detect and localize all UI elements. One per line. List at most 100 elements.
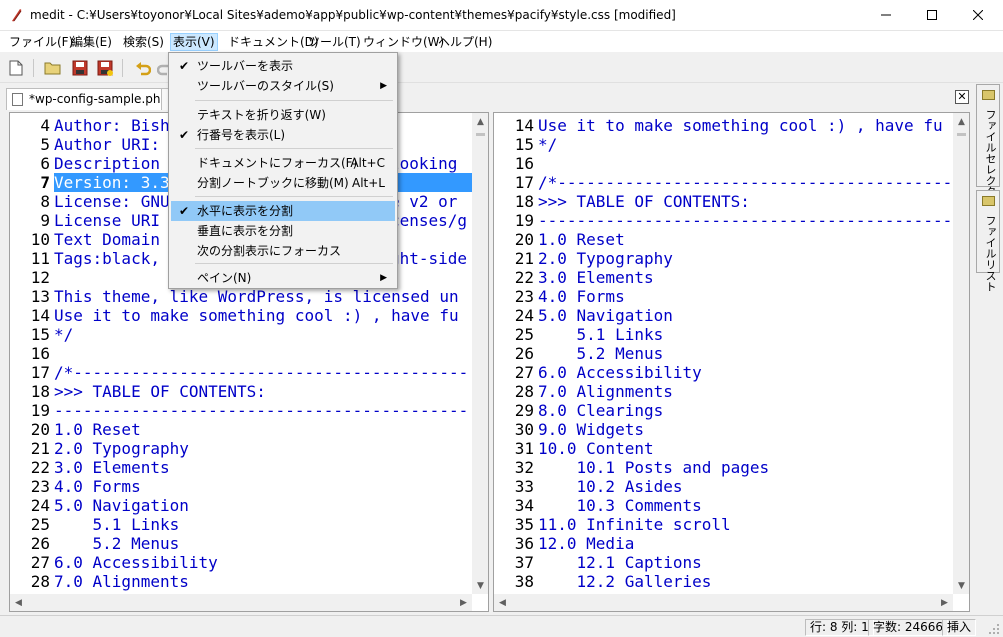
scroll-down-arrow[interactable]: ▼	[953, 577, 969, 594]
code-line[interactable]: 14 Use it to make something cool :) , hav…	[10, 306, 459, 325]
menu-view[interactable]: 表示(V)	[170, 33, 218, 51]
code-line[interactable]: 37 12.1 Captions	[494, 553, 702, 572]
code-line[interactable]: 22 3.0 Elements	[494, 268, 654, 287]
vertical-scrollbar-right[interactable]: ▲ ▼	[953, 113, 969, 594]
view-menu-item[interactable]: ペイン(N) ▶	[171, 268, 395, 288]
view-menu-item[interactable]: 垂直に表示を分割	[171, 221, 395, 241]
scroll-up-arrow[interactable]: ▲	[472, 113, 488, 130]
menu-tools[interactable]: ツール(T)	[306, 33, 363, 51]
code-line[interactable]: 17/*------------------------------------…	[494, 173, 952, 192]
view-menu-item[interactable]: ✔ 水平に表示を分割	[171, 201, 395, 221]
scroll-left-arrow[interactable]: ◀	[10, 594, 27, 611]
scroll-left-arrow[interactable]: ◀	[494, 594, 511, 611]
file-list-tab[interactable]: ファイルリスト	[976, 190, 1000, 292]
code-line[interactable]: 18 >>> TABLE OF CONTENTS:	[494, 192, 750, 211]
code-line[interactable]: 33 10.2 Asides	[494, 477, 683, 496]
close-tab-button[interactable]: ✕	[955, 90, 969, 104]
view-menu-item[interactable]: 次の分割表示にフォーカス	[171, 241, 395, 261]
scrollbar-thumb[interactable]	[476, 133, 485, 136]
code-line[interactable]: 27 6.0 Accessibility	[10, 553, 218, 572]
code-line[interactable]: 10 Text Domain	[10, 230, 160, 249]
scrollbar-thumb[interactable]	[957, 133, 966, 136]
scroll-right-arrow[interactable]: ▶	[936, 594, 953, 611]
code-line[interactable]: 28 7.0 Alignments	[10, 572, 189, 591]
view-menu-item[interactable]: ✔ ツールバーを表示	[171, 56, 395, 76]
undo-icon	[136, 62, 151, 76]
scroll-up-arrow[interactable]: ▲	[953, 113, 969, 130]
view-menu-item[interactable]: 分割ノートブックに移動(M) Alt+L	[171, 173, 395, 193]
scroll-right-arrow[interactable]: ▶	[455, 594, 472, 611]
code-line[interactable]: 25 5.1 Links	[10, 515, 180, 534]
code-line[interactable]: 26 5.2 Menus	[494, 344, 664, 363]
menu-file[interactable]: ファイル(F)	[7, 33, 75, 51]
view-menu-item[interactable]: テキストを折り返す(W)	[171, 105, 395, 125]
code-line[interactable]: 13 This theme, like WordPress, is license…	[10, 287, 459, 306]
view-menu-item[interactable]: ツールバーのスタイル(S) ▶	[171, 76, 395, 96]
open-file-button[interactable]	[43, 58, 63, 78]
minimize-button[interactable]	[863, 0, 909, 30]
code-line[interactable]: 19 --------------------------------------…	[494, 211, 952, 230]
menu-edit[interactable]: 編集(E)	[69, 33, 114, 51]
horizontal-scrollbar-right[interactable]: ◀ ▶	[494, 594, 953, 611]
document-tab[interactable]: *wp-config-sample.php	[6, 88, 176, 110]
horizontal-scrollbar-left[interactable]: ◀ ▶	[10, 594, 472, 611]
code-line[interactable]: 21 2.0 Typography	[10, 439, 189, 458]
code-line[interactable]: 23 4.0 Forms	[494, 287, 625, 306]
code-line[interactable]: 26 5.2 Menus	[10, 534, 180, 553]
code-line[interactable]: 11 Tags:black, ght-side	[10, 249, 467, 268]
code-line[interactable]: 27 6.0 Accessibility	[494, 363, 702, 382]
code-line[interactable]: 31 10.0 Content	[494, 439, 654, 458]
code-line[interactable]: 24 5.0 Navigation	[494, 306, 673, 325]
code-line[interactable]: 15 */	[494, 135, 558, 154]
code-line[interactable]: 5 Author URI:	[10, 135, 170, 154]
code-line[interactable]: 8 License: GNU e v2 or	[10, 192, 457, 211]
code-line[interactable]: 14 Use it to make something cool :) , hav…	[494, 116, 943, 135]
code-line[interactable]: 15 */	[10, 325, 74, 344]
new-file-button[interactable]	[6, 58, 26, 78]
view-menu-item-accelerator: Alt+L	[352, 176, 385, 190]
code-line[interactable]: 22 3.0 Elements	[10, 458, 170, 477]
code-line[interactable]: 16	[494, 154, 538, 173]
code-line[interactable]: 21 2.0 Typography	[494, 249, 673, 268]
menu-help[interactable]: ヘルプ(H)	[436, 33, 494, 51]
editor-pane-right[interactable]: 14 Use it to make something cool :) , hav…	[493, 112, 970, 612]
code-line[interactable]: 25 5.1 Links	[494, 325, 664, 344]
code-line[interactable]: 38 12.2 Galleries	[494, 572, 712, 591]
code-line[interactable]: 4 Author: Bish	[10, 116, 169, 135]
close-window-button[interactable]	[955, 0, 1001, 30]
menu-search[interactable]: 検索(S)	[121, 33, 166, 51]
toolbar-separator	[33, 59, 34, 77]
view-menu-item[interactable]: ドキュメントにフォーカス(F) Alt+C	[171, 153, 395, 173]
save-button[interactable]	[70, 58, 90, 78]
code-line[interactable]: 18 >>> TABLE OF CONTENTS:	[10, 382, 266, 401]
code-line[interactable]: 32 10.1 Posts and pages	[494, 458, 769, 477]
resize-grip-icon[interactable]	[988, 623, 1000, 635]
code-line[interactable]: 30 9.0 Widgets	[494, 420, 644, 439]
code-line[interactable]: 24 5.0 Navigation	[10, 496, 189, 515]
maximize-button[interactable]	[909, 0, 955, 30]
undo-button[interactable]	[133, 58, 153, 78]
scroll-down-arrow[interactable]: ▼	[472, 577, 488, 594]
code-line[interactable]: 20 1.0 Reset	[494, 230, 625, 249]
menu-window[interactable]: ウィンドウ(W)	[361, 33, 446, 51]
code-line[interactable]: 20 1.0 Reset	[10, 420, 141, 439]
title-bar[interactable]: medit - C:¥Users¥toyonor¥Local Sites¥ade…	[0, 0, 1003, 31]
code-line[interactable]: 6 Description looking	[10, 154, 457, 173]
code-line[interactable]: 35 11.0 Infinite scroll	[494, 515, 731, 534]
vertical-scrollbar-left[interactable]: ▲ ▼	[472, 113, 488, 594]
code-line[interactable]: 34 10.3 Comments	[494, 496, 702, 515]
save-as-button[interactable]	[95, 58, 115, 78]
code-line[interactable]: 28 7.0 Alignments	[494, 382, 673, 401]
code-line[interactable]: 23 4.0 Forms	[10, 477, 141, 496]
code-line[interactable]: 12	[10, 268, 54, 287]
code-line[interactable]: 36 12.0 Media	[494, 534, 635, 553]
file-selector-tab[interactable]: ファイルセレクター	[976, 84, 1000, 208]
line-number: 19	[514, 211, 534, 230]
code-line[interactable]: 9 License URI censes/g	[10, 211, 467, 230]
code-line[interactable]: 19 --------------------------------------…	[10, 401, 468, 420]
code-line[interactable]: 17/*------------------------------------…	[10, 363, 468, 382]
code-view-right[interactable]: 14 Use it to make something cool :) , hav…	[494, 113, 953, 594]
view-menu-item[interactable]: ✔ 行番号を表示(L)	[171, 125, 395, 145]
code-line[interactable]: 298.0 Clearings	[494, 401, 664, 420]
code-line[interactable]: 16	[10, 344, 54, 363]
